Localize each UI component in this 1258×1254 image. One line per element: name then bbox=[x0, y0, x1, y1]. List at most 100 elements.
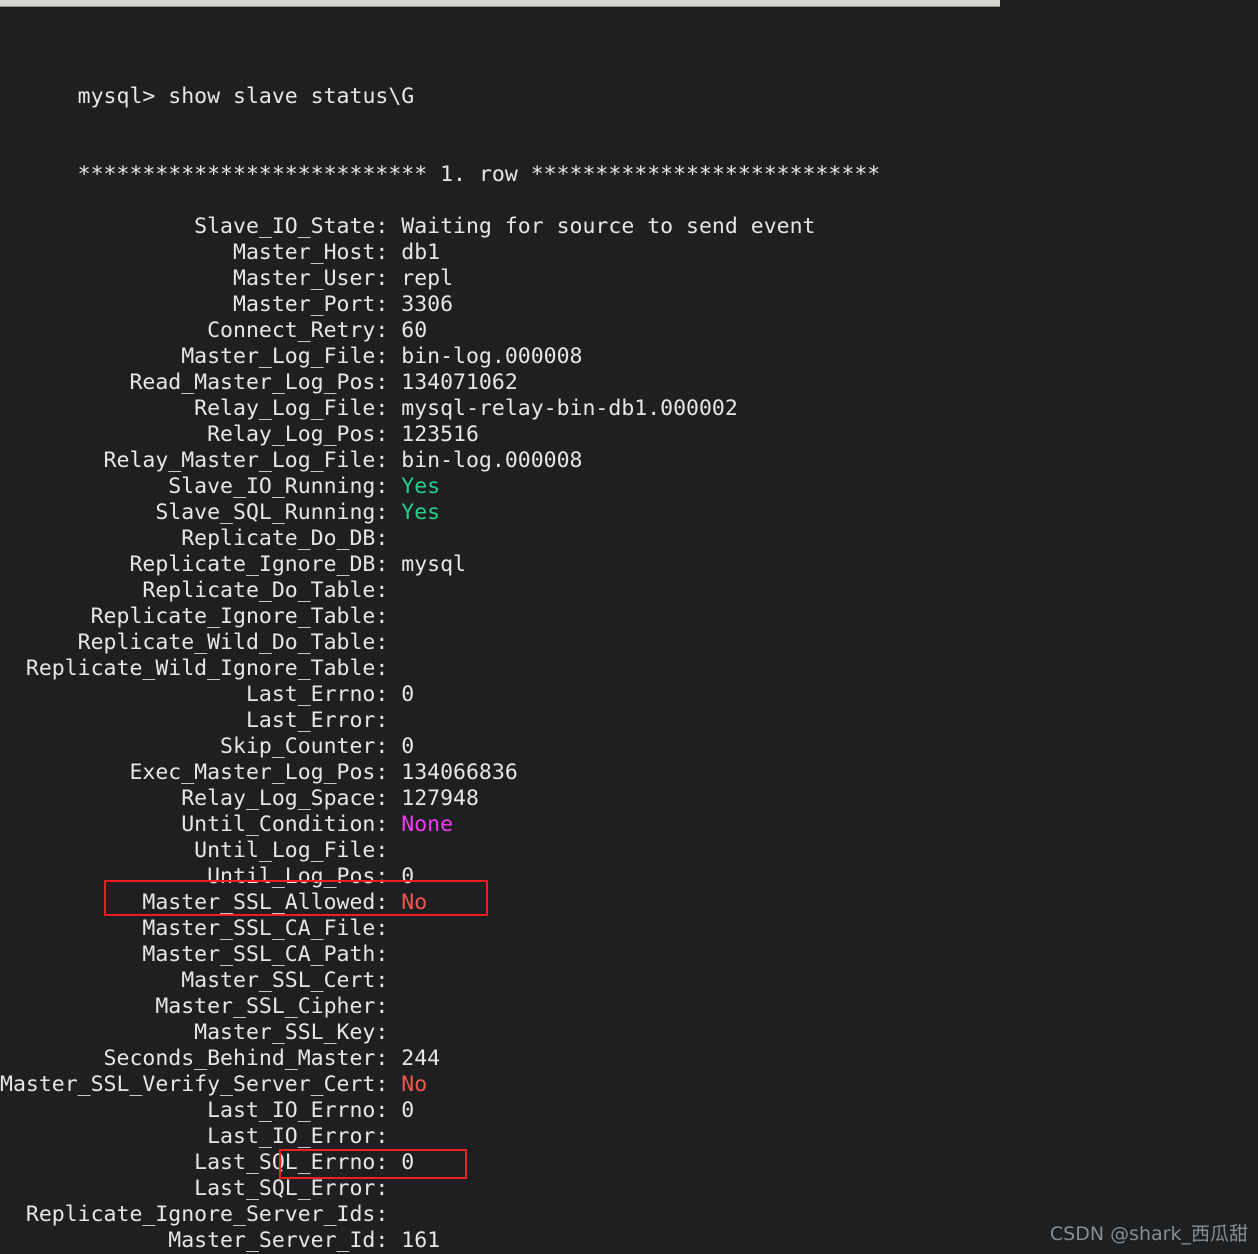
status-field-value: 0 bbox=[388, 1098, 415, 1123]
status-field-row: Last_IO_Errno: 0 bbox=[0, 1098, 1258, 1124]
status-field-label: Read_Master_Log_Pos: bbox=[0, 370, 389, 395]
status-field-row: Exec_Master_Log_Pos: 134066836 bbox=[0, 760, 1258, 786]
status-field-label: Master_SSL_Cipher: bbox=[0, 994, 389, 1019]
status-field-value: 244 bbox=[388, 1046, 441, 1071]
status-field-label: Relay_Master_Log_File: bbox=[0, 448, 389, 473]
status-field-label: Connect_Retry: bbox=[0, 318, 389, 343]
status-field-value: None bbox=[388, 812, 454, 837]
row-separator-text: *************************** 1. row *****… bbox=[77, 162, 881, 187]
status-field-label: Master_Port: bbox=[0, 292, 389, 317]
status-field-row: Read_Master_Log_Pos: 134071062 bbox=[0, 370, 1258, 396]
status-field-row: Master_SSL_Cipher: bbox=[0, 994, 1258, 1020]
status-field-value: db1 bbox=[388, 240, 441, 265]
status-field-row: Replicate_Do_DB: bbox=[0, 526, 1258, 552]
status-field-row: Until_Log_Pos: 0 bbox=[0, 864, 1258, 890]
status-field-label: Master_Server_Id: bbox=[0, 1228, 389, 1253]
status-field-label: Replicate_Do_DB: bbox=[0, 526, 389, 551]
status-field-value: mysql-relay-bin-db1.000002 bbox=[388, 396, 738, 421]
status-field-label: Replicate_Ignore_DB: bbox=[0, 552, 389, 577]
status-field-value: 134071062 bbox=[388, 370, 518, 395]
status-field-label: Until_Log_File: bbox=[0, 838, 389, 863]
row-separator-line: *************************** 1. row *****… bbox=[0, 136, 1258, 187]
status-field-row: Master_User: repl bbox=[0, 266, 1258, 292]
status-field-value: 60 bbox=[388, 318, 428, 343]
status-field-row: Until_Log_File: bbox=[0, 838, 1258, 864]
status-field-label: Last_SQL_Errno: bbox=[0, 1150, 389, 1175]
status-field-label: Replicate_Do_Table: bbox=[0, 578, 389, 603]
status-field-value: 134066836 bbox=[388, 760, 518, 785]
status-field-row: Relay_Log_Space: 127948 bbox=[0, 786, 1258, 812]
status-field-row: Until_Condition: None bbox=[0, 812, 1258, 838]
status-field-row: Last_IO_Error: bbox=[0, 1124, 1258, 1150]
status-field-row: Relay_Log_Pos: 123516 bbox=[0, 422, 1258, 448]
status-field-value: Waiting for source to send event bbox=[388, 214, 816, 239]
status-field-label: Relay_Log_Space: bbox=[0, 786, 389, 811]
status-field-row: Master_Log_File: bin-log.000008 bbox=[0, 344, 1258, 370]
watermark: CSDN @shark_西瓜甜 bbox=[1049, 1223, 1248, 1245]
terminal-output: mysql> show slave status\G *************… bbox=[0, 6, 1258, 1254]
status-field-value: 0 bbox=[388, 864, 415, 889]
status-field-row: Replicate_Wild_Do_Table: bbox=[0, 630, 1258, 656]
status-field-label: Slave_IO_State: bbox=[0, 214, 389, 239]
status-field-label: Exec_Master_Log_Pos: bbox=[0, 760, 389, 785]
status-field-label: Seconds_Behind_Master: bbox=[0, 1046, 389, 1071]
status-field-value: 123516 bbox=[388, 422, 479, 447]
status-field-label: Master_SSL_CA_File: bbox=[0, 916, 389, 941]
status-field-row: Replicate_Ignore_DB: mysql bbox=[0, 552, 1258, 578]
status-field-row: Master_SSL_Key: bbox=[0, 1020, 1258, 1046]
status-field-label: Replicate_Ignore_Server_Ids: bbox=[0, 1202, 389, 1227]
status-field-value: No bbox=[388, 1072, 428, 1097]
status-field-row: Master_SSL_Cert: bbox=[0, 968, 1258, 994]
status-field-row: Connect_Retry: 60 bbox=[0, 318, 1258, 344]
status-field-row: Replicate_Ignore_Table: bbox=[0, 604, 1258, 630]
status-field-row: Master_SSL_Allowed: No bbox=[0, 890, 1258, 916]
status-field-label: Replicate_Wild_Ignore_Table: bbox=[0, 656, 389, 681]
status-field-label: Last_IO_Errno: bbox=[0, 1098, 389, 1123]
status-field-row: Master_SSL_CA_File: bbox=[0, 916, 1258, 942]
status-field-label: Slave_IO_Running: bbox=[0, 474, 389, 499]
status-field-row: Slave_IO_Running: Yes bbox=[0, 474, 1258, 500]
status-field-label: Until_Condition: bbox=[0, 812, 389, 837]
status-field-value: bin-log.000008 bbox=[388, 448, 583, 473]
status-field-value: No bbox=[388, 890, 428, 915]
status-field-label: Last_SQL_Error: bbox=[0, 1176, 389, 1201]
status-field-row: Last_Errno: 0 bbox=[0, 682, 1258, 708]
status-field-row: Slave_IO_State: Waiting for source to se… bbox=[0, 214, 1258, 240]
status-field-row: Master_Port: 3306 bbox=[0, 292, 1258, 318]
status-field-label: Master_SSL_Key: bbox=[0, 1020, 389, 1045]
status-field-value: repl bbox=[388, 266, 454, 291]
status-field-label: Replicate_Wild_Do_Table: bbox=[0, 630, 389, 655]
status-field-label: Master_Log_File: bbox=[0, 344, 389, 369]
status-field-value: Yes bbox=[388, 474, 441, 499]
status-field-value: Yes bbox=[388, 500, 441, 525]
status-field-row: Skip_Counter: 0 bbox=[0, 734, 1258, 760]
status-field-row: Last_Error: bbox=[0, 708, 1258, 734]
status-field-label: Last_Errno: bbox=[0, 682, 389, 707]
status-field-label: Master_SSL_Cert: bbox=[0, 968, 389, 993]
status-field-label: Master_SSL_Verify_Server_Cert: bbox=[0, 1072, 389, 1097]
status-field-label: Relay_Log_Pos: bbox=[0, 422, 389, 447]
status-field-label: Slave_SQL_Running: bbox=[0, 500, 389, 525]
command-text: mysql> show slave status\G bbox=[77, 84, 415, 109]
status-field-value: 3306 bbox=[388, 292, 454, 317]
status-field-row: Replicate_Do_Table: bbox=[0, 578, 1258, 604]
status-field-value: 0 bbox=[388, 1150, 415, 1175]
status-field-value: 127948 bbox=[388, 786, 479, 811]
status-field-value: bin-log.000008 bbox=[388, 344, 583, 369]
status-field-label: Relay_Log_File: bbox=[0, 396, 389, 421]
status-field-row: Slave_SQL_Running: Yes bbox=[0, 500, 1258, 526]
status-field-label: Master_SSL_CA_Path: bbox=[0, 942, 389, 967]
status-field-list: Slave_IO_State: Waiting for source to se… bbox=[0, 214, 1258, 1254]
status-field-value: 0 bbox=[388, 682, 415, 707]
status-field-label: Master_User: bbox=[0, 266, 389, 291]
status-field-row: Master_SSL_CA_Path: bbox=[0, 942, 1258, 968]
status-field-label: Skip_Counter: bbox=[0, 734, 389, 759]
status-field-row: Relay_Master_Log_File: bin-log.000008 bbox=[0, 448, 1258, 474]
terminal-window: mysql> show slave status\G *************… bbox=[0, 0, 1258, 1254]
status-field-label: Master_Host: bbox=[0, 240, 389, 265]
status-field-label: Last_Error: bbox=[0, 708, 389, 733]
status-field-value: mysql bbox=[388, 552, 466, 577]
status-field-label: Replicate_Ignore_Table: bbox=[0, 604, 389, 629]
status-field-row: Last_SQL_Errno: 0 bbox=[0, 1150, 1258, 1176]
status-field-row: Master_SSL_Verify_Server_Cert: No bbox=[0, 1072, 1258, 1098]
